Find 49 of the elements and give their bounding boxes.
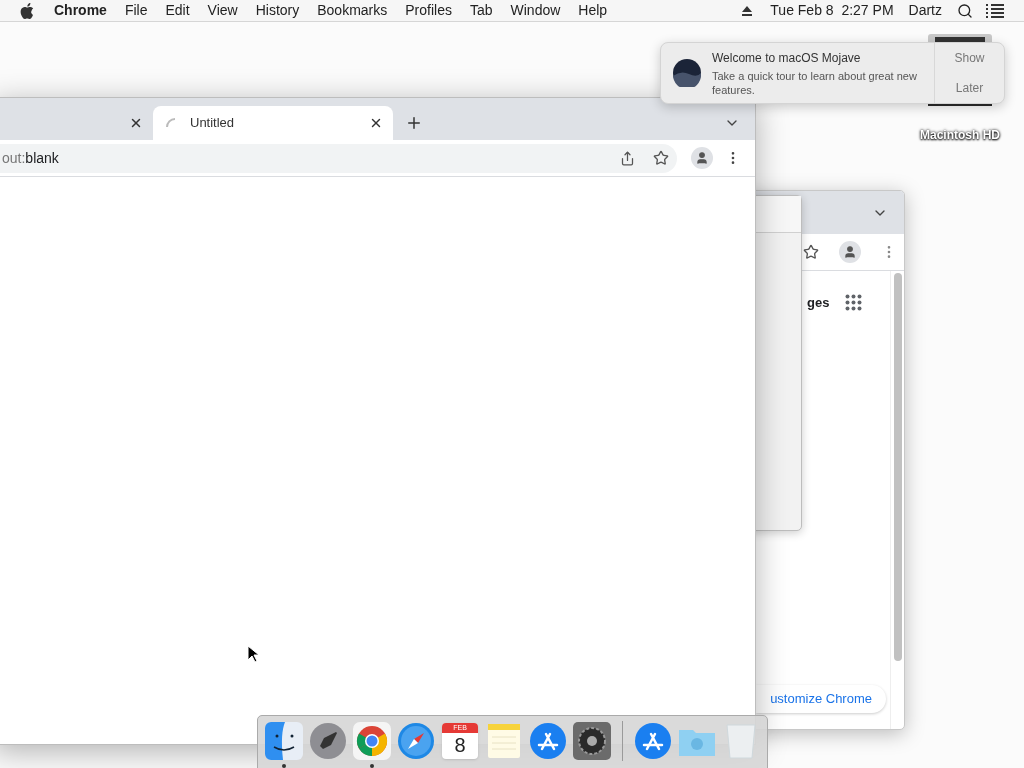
menu-item[interactable]: View	[207, 0, 238, 21]
list-icon[interactable]	[986, 3, 1004, 18]
menu-item[interactable]: Edit	[165, 0, 190, 21]
person-icon	[843, 245, 857, 259]
scrollbar-thumb[interactable]	[893, 273, 902, 661]
profile-button[interactable]	[691, 147, 713, 169]
menu-item[interactable]: Tab	[469, 0, 493, 21]
profile-button[interactable]	[839, 241, 861, 263]
pointer-icon	[247, 645, 259, 663]
menu-item[interactable]: Profiles	[405, 0, 452, 21]
search-icon[interactable]	[957, 2, 973, 19]
chrome-icon[interactable]	[353, 722, 391, 760]
customize-chrome-button[interactable]: ustomize Chrome	[756, 685, 886, 713]
menu-item[interactable]: History	[255, 0, 300, 21]
calendar-day: 8	[454, 733, 466, 757]
share-icon[interactable]	[620, 150, 635, 166]
compass-icon[interactable]	[397, 722, 435, 760]
apps-grid-icon[interactable]	[845, 294, 862, 312]
gear-icon[interactable]	[573, 722, 611, 760]
menu-item[interactable]: Help	[578, 0, 608, 21]
apple-icon[interactable]	[20, 2, 34, 19]
menu-clock[interactable]: Tue Feb 8 2:27 PM	[770, 0, 894, 21]
tab-title: Untitled	[190, 114, 235, 133]
browser-tab[interactable]: Untitled	[153, 106, 393, 140]
menu-item[interactable]: Window	[510, 0, 561, 21]
app-menu[interactable]: Chrome	[54, 0, 107, 21]
app-store-icon[interactable]	[634, 722, 672, 760]
eject-icon[interactable]	[741, 4, 754, 17]
person-icon	[695, 151, 709, 165]
user-name[interactable]: Dartz	[908, 0, 942, 21]
notification-title: Welcome to macOS Mojave	[712, 50, 862, 67]
icon-label: Macintosh HD	[920, 127, 1000, 144]
notification-toast[interactable]: Welcome to macOS Mojave Take a quick tour to learn about great new features. Show Later	[660, 42, 1005, 104]
star-icon[interactable]	[653, 150, 669, 166]
menu-item[interactable]: File	[124, 0, 148, 21]
notification-body: Take a quick tour to learn about great new features.	[712, 69, 918, 97]
close-icon[interactable]	[129, 116, 143, 130]
app-store-icon[interactable]	[529, 722, 567, 760]
url-text: out:blank	[1, 148, 59, 168]
mountain-app-icon	[673, 59, 701, 87]
new-tab-icon[interactable]	[405, 114, 423, 132]
menu-item[interactable]: Bookmarks	[317, 0, 388, 21]
notification-action[interactable]: Show	[954, 49, 985, 67]
close-icon[interactable]	[369, 116, 383, 130]
notification-action[interactable]: Later	[955, 79, 984, 97]
shortcut-label: ges	[807, 294, 830, 312]
finder-icon[interactable]	[265, 722, 303, 760]
address-bar[interactable]: out:blank	[0, 143, 677, 173]
star-icon[interactable]	[803, 244, 819, 260]
